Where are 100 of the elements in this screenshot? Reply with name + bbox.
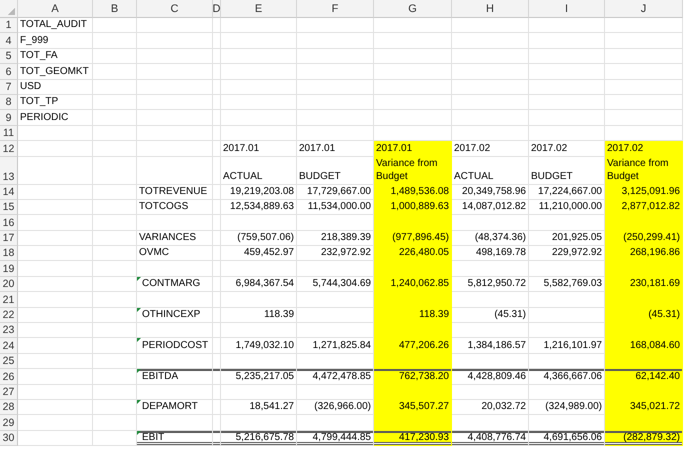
row-header[interactable]: 29 bbox=[0, 415, 18, 431]
table-cell: 14,087,012.82 bbox=[452, 200, 529, 216]
table-cell: 2017.01 bbox=[374, 141, 452, 157]
row-label: DEPAMORT bbox=[142, 400, 198, 414]
column-header[interactable]: G bbox=[374, 0, 452, 18]
row-header[interactable]: 26 bbox=[0, 369, 18, 385]
table-cell: 2017.01 bbox=[221, 141, 297, 157]
table-cell: 1,749,032.10 bbox=[221, 338, 297, 354]
table-cell: 4,691,656.06 bbox=[529, 430, 605, 446]
table-cell bbox=[93, 64, 137, 80]
row-header[interactable]: 5 bbox=[0, 48, 18, 64]
table-cell: 2017.02 bbox=[452, 141, 529, 157]
table-cell: 20,032.72 bbox=[452, 400, 529, 416]
table-cell: 118.39 bbox=[221, 308, 297, 324]
row-header[interactable]: 25 bbox=[0, 354, 18, 370]
table-cell: 2,877,012.82 bbox=[605, 200, 683, 216]
table-cell bbox=[93, 33, 137, 49]
column-header[interactable]: E bbox=[221, 0, 297, 18]
row-header[interactable]: 24 bbox=[0, 338, 18, 354]
error-indicator-icon[interactable] bbox=[137, 338, 141, 342]
row-header[interactable]: 17 bbox=[0, 230, 18, 246]
column-header[interactable]: H bbox=[452, 0, 529, 18]
row-header[interactable]: 30 bbox=[0, 430, 18, 446]
table-cell: F_999 bbox=[18, 33, 93, 49]
table-cell: (282,879.32) bbox=[605, 430, 683, 446]
table-cell: OVMC bbox=[137, 246, 213, 262]
row-header[interactable]: 15 bbox=[0, 200, 18, 216]
table-cell: (45.31) bbox=[452, 308, 529, 324]
table-cell: 459,452.97 bbox=[221, 246, 297, 262]
error-indicator-icon[interactable] bbox=[137, 369, 141, 374]
row-header[interactable]: 18 bbox=[0, 246, 18, 262]
column-header[interactable]: D bbox=[213, 0, 221, 18]
table-cell: USD bbox=[18, 80, 93, 95]
row-header[interactable]: 12 bbox=[0, 141, 18, 157]
row-header[interactable]: 16 bbox=[0, 215, 18, 231]
table-cell: 4,472,478.85 bbox=[297, 369, 374, 385]
table-cell: PERIODIC bbox=[18, 110, 93, 126]
row-header[interactable]: 13 bbox=[0, 156, 18, 185]
table-cell: 4,408,776.74 bbox=[452, 430, 529, 446]
error-indicator-icon[interactable] bbox=[137, 430, 141, 435]
table-cell bbox=[93, 126, 137, 142]
table-cell bbox=[93, 110, 137, 126]
column-header[interactable]: J bbox=[605, 0, 683, 18]
column-header[interactable]: I bbox=[529, 0, 605, 18]
table-cell: 345,507.27 bbox=[374, 400, 452, 416]
row-header[interactable]: 14 bbox=[0, 184, 18, 200]
table-cell: Variance from Budget bbox=[374, 156, 452, 185]
row-header[interactable]: 4 bbox=[0, 33, 18, 49]
column-header[interactable]: F bbox=[297, 0, 374, 18]
table-cell: 762,738.20 bbox=[374, 369, 452, 385]
row-label: EBIT bbox=[142, 431, 164, 444]
table-cell: 1,000,889.63 bbox=[374, 200, 452, 216]
table-cell: (45.31) bbox=[605, 308, 683, 324]
table-cell: TOTREVENUE bbox=[137, 184, 213, 200]
row-header[interactable]: 23 bbox=[0, 323, 18, 338]
table-cell: 5,216,675.78 bbox=[221, 430, 297, 446]
table-cell: TOT_TP bbox=[18, 94, 93, 110]
row-header[interactable]: 22 bbox=[0, 308, 18, 324]
table-cell bbox=[93, 94, 137, 110]
row-header[interactable]: 7 bbox=[0, 80, 18, 95]
table-cell: TOT_GEOMKT bbox=[18, 64, 93, 80]
table-cell: (759,507.06) bbox=[221, 230, 297, 246]
table-cell bbox=[93, 48, 137, 64]
row-header[interactable]: 21 bbox=[0, 292, 18, 308]
table-cell: 118.39 bbox=[374, 308, 452, 324]
row-label: OTHINCEXP bbox=[142, 308, 200, 322]
table-cell: 19,219,203.08 bbox=[221, 184, 297, 200]
row-header[interactable]: 28 bbox=[0, 400, 18, 416]
column-header[interactable]: B bbox=[93, 0, 137, 18]
table-cell: 268,196.86 bbox=[605, 246, 683, 262]
row-header[interactable]: 27 bbox=[0, 384, 18, 400]
table-cell: 18,541.27 bbox=[221, 400, 297, 416]
table-cell: ACTUAL bbox=[452, 156, 529, 185]
row-header[interactable]: 9 bbox=[0, 110, 18, 126]
row-header[interactable]: 1 bbox=[0, 18, 18, 34]
table-cell: TOTAL_AUDIT bbox=[18, 18, 93, 34]
column-header[interactable]: C bbox=[137, 0, 213, 18]
table-cell: (48,374.36) bbox=[452, 230, 529, 246]
table-cell: 2017.02 bbox=[605, 141, 683, 157]
error-indicator-icon[interactable] bbox=[137, 276, 141, 281]
table-cell: 5,235,217.05 bbox=[221, 369, 297, 385]
table-cell: ACTUAL bbox=[221, 156, 297, 185]
table-cell: 4,428,809.46 bbox=[452, 369, 529, 385]
table-cell: 1,384,186.57 bbox=[452, 338, 529, 354]
error-indicator-icon[interactable] bbox=[137, 400, 141, 404]
table-cell: 226,480.05 bbox=[374, 246, 452, 262]
row-header[interactable]: 6 bbox=[0, 64, 18, 80]
row-header[interactable]: 20 bbox=[0, 276, 18, 292]
table-cell: 498,169.78 bbox=[452, 246, 529, 262]
table-cell: 6,984,367.54 bbox=[221, 276, 297, 292]
column-header[interactable]: A bbox=[18, 0, 93, 18]
error-indicator-icon[interactable] bbox=[137, 308, 141, 312]
table-cell: 62,142.40 bbox=[605, 369, 683, 385]
row-header[interactable]: 8 bbox=[0, 94, 18, 110]
row-label: PERIODCOST bbox=[142, 338, 208, 352]
row-header[interactable]: 19 bbox=[0, 261, 18, 277]
row-label: EBITDA bbox=[142, 370, 178, 383]
table-cell: 417,230.93 bbox=[374, 430, 452, 446]
table-cell: 12,534,889.63 bbox=[221, 200, 297, 216]
row-header[interactable]: 11 bbox=[0, 126, 18, 142]
